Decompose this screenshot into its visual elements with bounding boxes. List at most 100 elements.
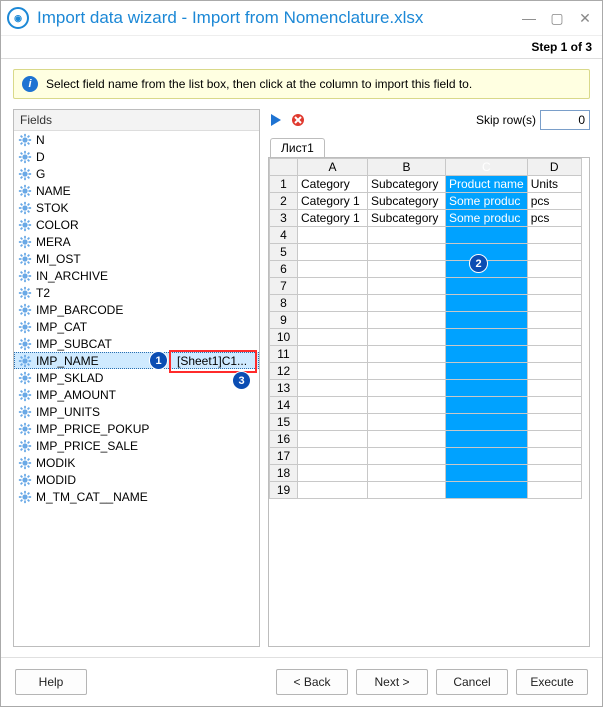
cell[interactable]: Subcategory [368,193,446,210]
cell[interactable] [446,227,528,244]
back-button[interactable]: < Back [276,669,348,695]
row-header[interactable]: 18 [270,465,298,482]
cell[interactable]: Subcategory [368,176,446,193]
cell[interactable] [527,312,581,329]
cell[interactable]: Subcategory [368,210,446,227]
row-header[interactable]: 3 [270,210,298,227]
cell[interactable] [446,278,528,295]
table-row[interactable]: 1CategorySubcategoryProduct nameUnits [270,176,582,193]
field-row-g[interactable]: G [14,165,259,182]
cell[interactable] [446,295,528,312]
table-row[interactable]: 19 [270,482,582,499]
cell[interactable] [446,244,528,261]
cell[interactable] [446,312,528,329]
cancel-button[interactable]: Cancel [436,669,508,695]
cell[interactable]: Some produc [446,193,528,210]
field-row-imp_cat[interactable]: IMP_CAT [14,318,259,335]
table-row[interactable]: 8 [270,295,582,312]
field-row-n[interactable]: N [14,131,259,148]
row-header[interactable]: 19 [270,482,298,499]
cell[interactable] [298,380,368,397]
field-row-imp_barcode[interactable]: IMP_BARCODE [14,301,259,318]
row-header[interactable]: 10 [270,329,298,346]
cell[interactable] [446,380,528,397]
cell[interactable] [298,244,368,261]
cell[interactable]: Category 1 [298,210,368,227]
cell[interactable] [298,465,368,482]
cell[interactable] [527,261,581,278]
close-button[interactable]: ✕ [574,7,596,29]
row-header[interactable]: 1 [270,176,298,193]
cell[interactable]: Product name [446,176,528,193]
cell[interactable] [368,329,446,346]
field-row-name[interactable]: NAME [14,182,259,199]
table-row[interactable]: 13 [270,380,582,397]
cell[interactable] [298,295,368,312]
next-button[interactable]: Next > [356,669,428,695]
cell[interactable] [298,363,368,380]
row-header[interactable]: 14 [270,397,298,414]
cell[interactable] [298,346,368,363]
cell[interactable] [368,414,446,431]
cell[interactable] [298,329,368,346]
help-button[interactable]: Help [15,669,87,695]
row-header[interactable]: 5 [270,244,298,261]
field-row-modik[interactable]: MODIK [14,454,259,471]
cell[interactable] [368,380,446,397]
fields-list[interactable]: NDGNAMESTOKCOLORMERAMI_OSTIN_ARCHIVET2IM… [14,131,259,646]
cell[interactable]: Some produc [446,210,528,227]
cell[interactable] [446,346,528,363]
cell[interactable] [298,312,368,329]
spreadsheet-grid[interactable]: ABCD1CategorySubcategoryProduct nameUnit… [269,158,582,499]
cell[interactable] [298,414,368,431]
cell[interactable] [527,380,581,397]
table-row[interactable]: 15 [270,414,582,431]
table-row[interactable]: 14 [270,397,582,414]
cell[interactable] [368,448,446,465]
delete-icon[interactable] [290,112,306,128]
execute-button[interactable]: Execute [516,669,588,695]
cell[interactable] [368,312,446,329]
table-row[interactable]: 3Category 1SubcategorySome producpcs [270,210,582,227]
column-header-B[interactable]: B [368,159,446,176]
cell[interactable] [368,261,446,278]
cell[interactable] [446,448,528,465]
cell[interactable] [527,329,581,346]
cell[interactable] [446,397,528,414]
table-row[interactable]: 7 [270,278,582,295]
cell[interactable] [446,261,528,278]
field-row-imp_price_pokup[interactable]: IMP_PRICE_POKUP [14,420,259,437]
cell[interactable] [527,414,581,431]
field-row-imp_price_sale[interactable]: IMP_PRICE_SALE [14,437,259,454]
row-header[interactable]: 13 [270,380,298,397]
table-row[interactable]: 9 [270,312,582,329]
cell[interactable] [298,448,368,465]
table-row[interactable]: 18 [270,465,582,482]
cell[interactable] [298,261,368,278]
field-row-m_tm_cat__name[interactable]: M_TM_CAT__NAME [14,488,259,505]
cell[interactable] [527,244,581,261]
cell[interactable] [298,227,368,244]
cell[interactable] [446,465,528,482]
cell[interactable] [527,397,581,414]
row-header[interactable]: 15 [270,414,298,431]
minimize-button[interactable]: — [518,7,540,29]
cell[interactable] [368,244,446,261]
table-row[interactable]: 11 [270,346,582,363]
cell[interactable] [527,227,581,244]
cell[interactable] [446,431,528,448]
skip-rows-input[interactable] [540,110,590,130]
cell[interactable]: Category 1 [298,193,368,210]
field-row-mera[interactable]: MERA [14,233,259,250]
row-header[interactable]: 6 [270,261,298,278]
cell[interactable] [368,227,446,244]
row-header[interactable]: 4 [270,227,298,244]
field-row-imp_units[interactable]: IMP_UNITS [14,403,259,420]
table-row[interactable]: 2Category 1SubcategorySome producpcs [270,193,582,210]
cell[interactable] [368,482,446,499]
row-header[interactable]: 7 [270,278,298,295]
field-row-color[interactable]: COLOR [14,216,259,233]
table-row[interactable]: 4 [270,227,582,244]
cell[interactable] [446,329,528,346]
cell[interactable] [298,482,368,499]
